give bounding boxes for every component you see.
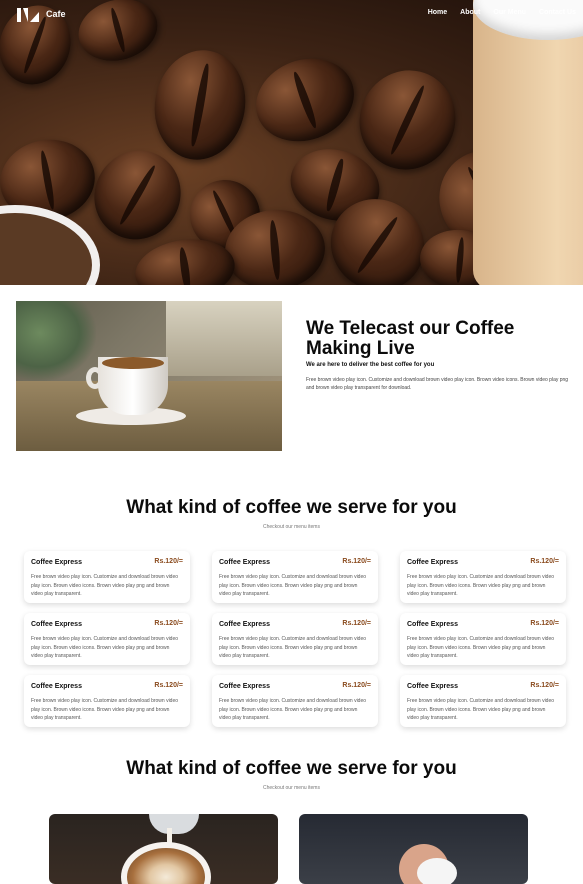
- menu-item-price: Rs.120/=: [342, 682, 371, 689]
- menu-item-name: Coffee Express: [31, 559, 82, 566]
- menu-item-name: Coffee Express: [219, 621, 270, 628]
- gallery-section-title: What kind of coffee we serve for you: [126, 758, 457, 779]
- menu-card[interactable]: Coffee Express Rs.120/= Free brown video…: [212, 675, 378, 727]
- hero-paper-cup: [473, 0, 583, 285]
- hero-bean: [244, 45, 366, 155]
- menu-item-desc: Free brown video play icon. Customize an…: [31, 698, 179, 721]
- live-section-subtitle: We are here to deliver the best coffee f…: [306, 362, 435, 368]
- gallery-section-subtitle: Checkout our menu items: [263, 785, 320, 791]
- menu-item-name: Coffee Express: [407, 683, 458, 690]
- live-section-title: We Telecast our Coffee Making Live: [306, 318, 515, 359]
- menu-item-name: Coffee Express: [31, 683, 82, 690]
- menu-item-desc: Free brown video play icon. Customize an…: [219, 574, 367, 597]
- nav-link-home[interactable]: Home: [428, 9, 447, 16]
- menu-card[interactable]: Coffee Express Rs.120/= Free brown video…: [24, 613, 190, 665]
- menu-item-desc: Free brown video play icon. Customize an…: [407, 636, 555, 659]
- milk-pitcher: [149, 814, 199, 834]
- menu-item-price: Rs.120/=: [530, 682, 559, 689]
- menu-item-name: Coffee Express: [219, 559, 270, 566]
- menu-item-price: Rs.120/=: [530, 558, 559, 565]
- live-section-description: Free brown video play icon. Customize an…: [306, 377, 569, 391]
- menu-card[interactable]: Coffee Express Rs.120/= Free brown video…: [24, 551, 190, 603]
- menu-card[interactable]: Coffee Express Rs.120/= Free brown video…: [24, 675, 190, 727]
- brand-name[interactable]: Cafe: [46, 9, 66, 19]
- menu-card[interactable]: Coffee Express Rs.120/= Free brown video…: [400, 551, 566, 603]
- menu-item-name: Coffee Express: [407, 559, 458, 566]
- menu-item-desc: Free brown video play icon. Customize an…: [407, 698, 555, 721]
- menu-card[interactable]: Coffee Express Rs.120/= Free brown video…: [400, 613, 566, 665]
- nav-link-contact-us[interactable]: Contact Us: [539, 9, 576, 16]
- hero-bean: [146, 43, 254, 167]
- hero-cup-saucer: [0, 205, 100, 285]
- nav-link-about[interactable]: About: [460, 9, 480, 16]
- menu-item-desc: Free brown video play icon. Customize an…: [219, 698, 367, 721]
- menu-item-desc: Free brown video play icon. Customize an…: [219, 636, 367, 659]
- menu-item-desc: Free brown video play icon. Customize an…: [31, 574, 179, 597]
- menu-item-price: Rs.120/=: [342, 558, 371, 565]
- menu-item-price: Rs.120/=: [530, 620, 559, 627]
- image-coffee: [102, 357, 164, 369]
- menu-item-price: Rs.120/=: [342, 620, 371, 627]
- menu-item-desc: Free brown video play icon. Customize an…: [407, 574, 555, 597]
- latte-cup: [121, 842, 211, 884]
- white-cup: [417, 858, 457, 884]
- menu-card[interactable]: Coffee Express Rs.120/= Free brown video…: [212, 613, 378, 665]
- nav-link-our-menu[interactable]: Our Menu: [493, 9, 526, 16]
- menu-item-price: Rs.120/=: [154, 620, 183, 627]
- image-window: [166, 301, 282, 376]
- nav-links: Home About Our Menu Contact Us: [415, 9, 576, 16]
- coffee-hand-photo[interactable]: [299, 814, 528, 884]
- hero-banner: Cafe Home About Our Menu Contact Us: [0, 0, 583, 285]
- menu-item-desc: Free brown video play icon. Customize an…: [31, 636, 179, 659]
- logo-icon[interactable]: [17, 8, 39, 22]
- image-plant: [16, 301, 96, 381]
- menu-section-title: What kind of coffee we serve for you: [126, 497, 457, 518]
- menu-section-subtitle: Checkout our menu items: [263, 524, 320, 530]
- menu-card[interactable]: Coffee Express Rs.120/= Free brown video…: [400, 675, 566, 727]
- menu-item-price: Rs.120/=: [154, 558, 183, 565]
- top-navbar: Cafe Home About Our Menu Contact Us: [0, 0, 583, 30]
- live-coffee-image: [16, 301, 282, 451]
- menu-card[interactable]: Coffee Express Rs.120/= Free brown video…: [212, 551, 378, 603]
- latte-art-photo[interactable]: [49, 814, 278, 884]
- menu-item-price: Rs.120/=: [154, 682, 183, 689]
- menu-item-name: Coffee Express: [407, 621, 458, 628]
- menu-item-name: Coffee Express: [219, 683, 270, 690]
- menu-item-name: Coffee Express: [31, 621, 82, 628]
